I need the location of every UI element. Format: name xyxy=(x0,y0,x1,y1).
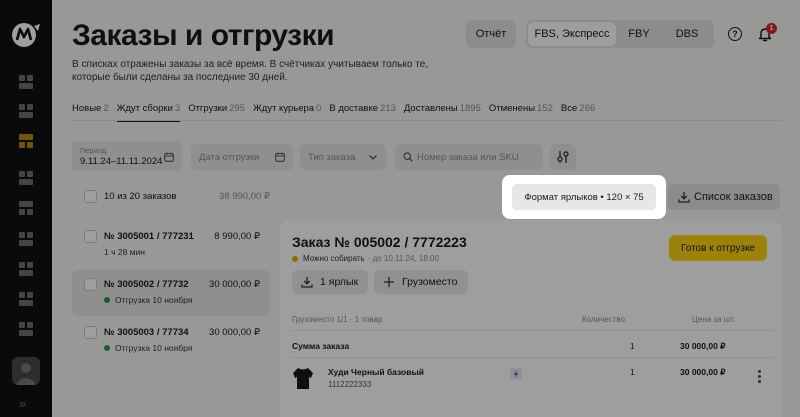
label-format-button[interactable]: Формат ярлыков • 120 × 75 xyxy=(512,184,656,210)
label-format-highlight: Формат ярлыков • 120 × 75 xyxy=(502,175,666,219)
dim-overlay xyxy=(0,0,800,417)
